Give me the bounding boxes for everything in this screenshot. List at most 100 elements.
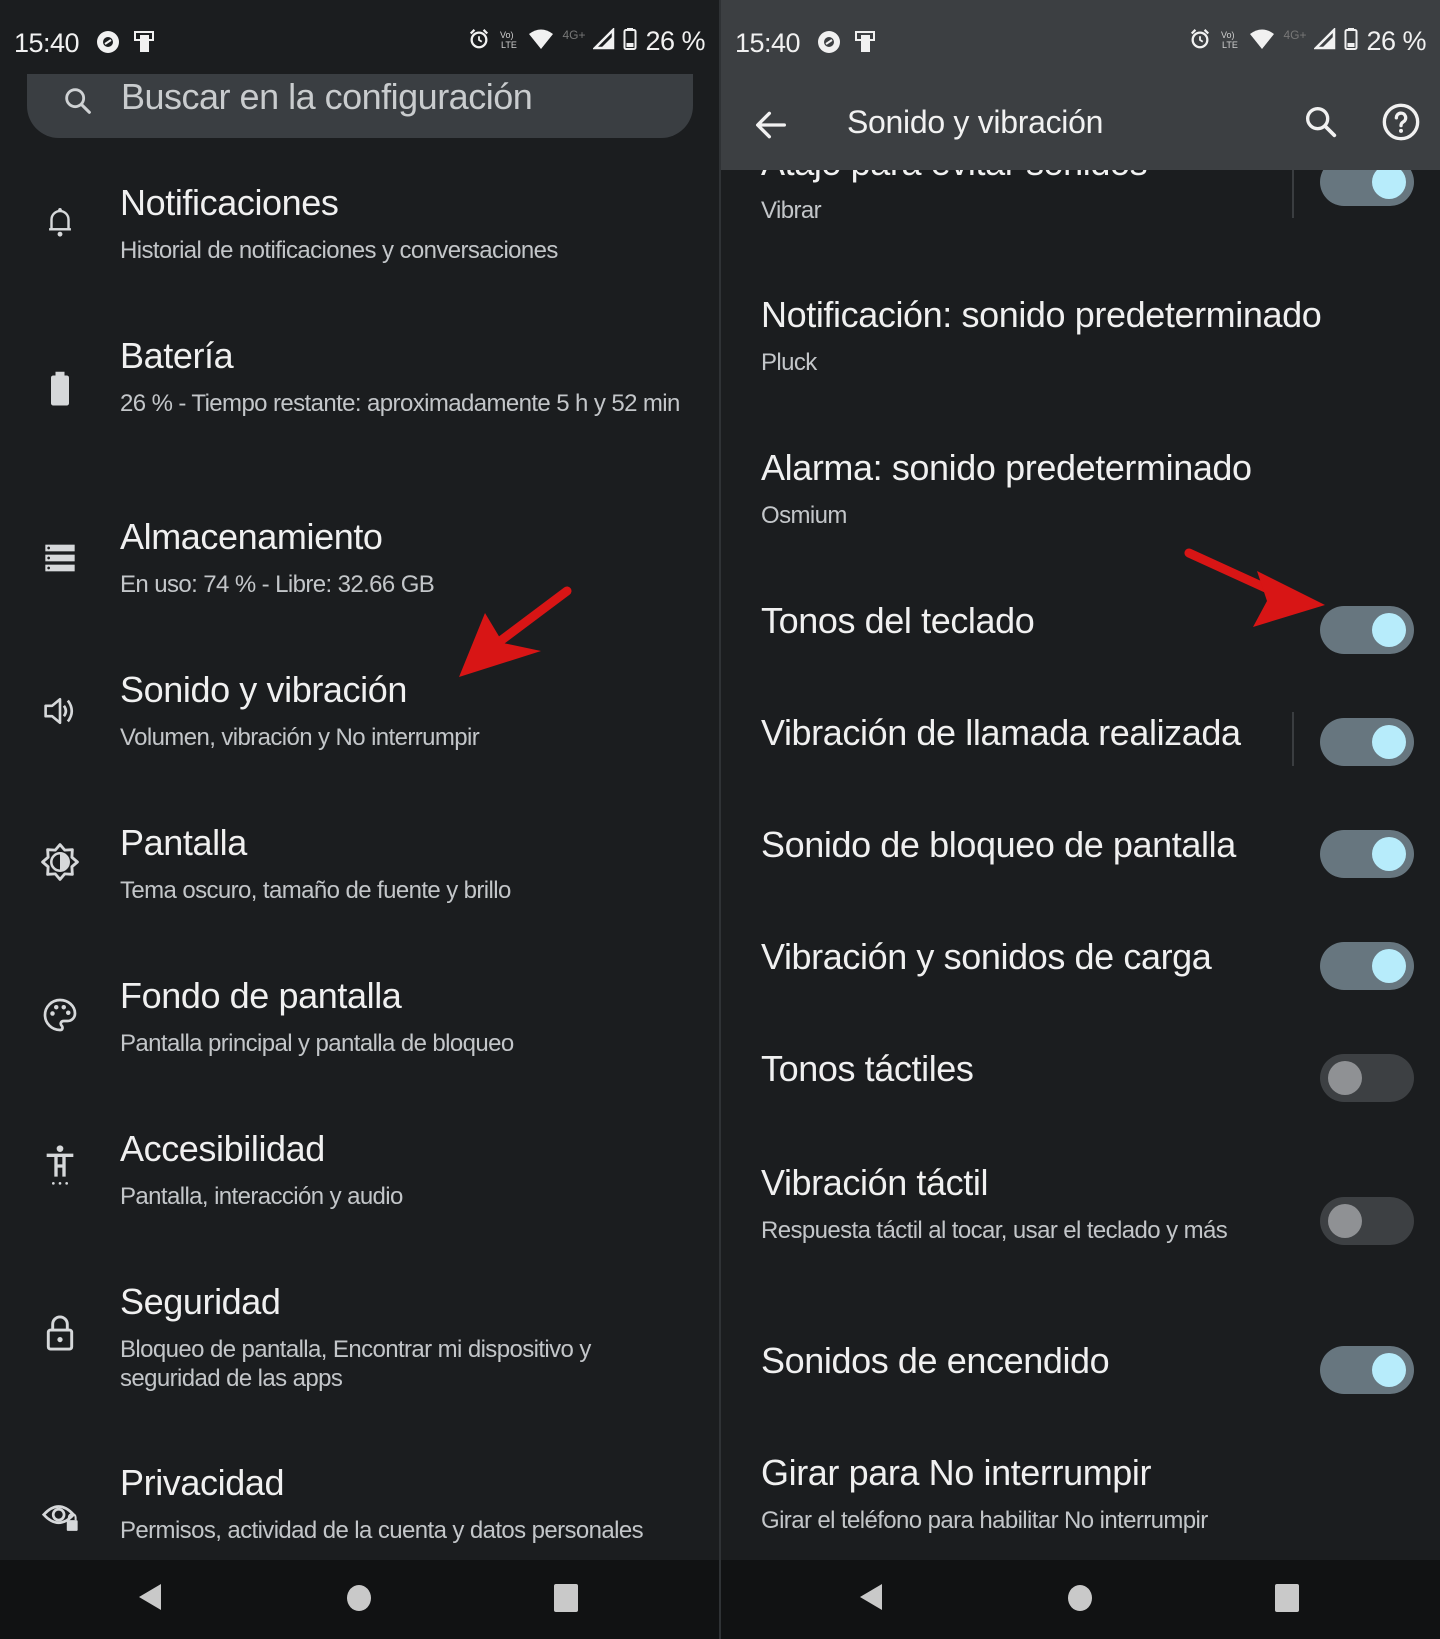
settings-item-seguridad[interactable]: Seguridad Bloqueo de pantalla, Encontrar… [0, 1279, 719, 1419]
toggle-vibracion-carga[interactable] [1320, 942, 1414, 990]
toggle-tonos-teclado[interactable] [1320, 606, 1414, 654]
toggle-atajo-evitar-sonidos[interactable] [1320, 170, 1414, 206]
item-title: Alarma: sonido predeterminado [761, 447, 1252, 488]
settings-item-sonido-y-vibracion[interactable]: Sonido y vibración Volumen, vibración y … [0, 667, 719, 787]
item-title: Tonos táctiles [761, 1048, 974, 1089]
volume-icon [40, 691, 80, 731]
brightness-icon [40, 842, 80, 882]
volte-icon: Vo) LTE [498, 28, 520, 55]
network-4g-label: 4G+ [562, 27, 586, 42]
nav-back-button[interactable] [136, 1582, 164, 1617]
settings-item-privacidad[interactable]: Privacidad Permisos, actividad de la cue… [0, 1460, 719, 1570]
setting-sonido-bloqueo[interactable]: Sonido de bloqueo de pantalla [721, 814, 1440, 904]
item-title: Privacidad [120, 1462, 285, 1503]
battery-icon [1344, 27, 1358, 56]
setting-alarma-sonido[interactable]: Alarma: sonido predeterminado Osmium [721, 441, 1440, 551]
item-subtitle: Permisos, actividad de la cuenta y datos… [120, 1517, 644, 1544]
battery-icon [40, 369, 80, 409]
settings-item-almacenamiento[interactable]: Almacenamiento En uso: 74 % - Libre: 32.… [0, 514, 719, 634]
setting-notificacion-sonido[interactable]: Notificación: sonido predeterminado Pluc… [721, 288, 1440, 398]
item-subtitle: Volumen, vibración y No interrumpir [120, 724, 480, 751]
item-title: Tonos del teclado [761, 600, 1035, 641]
setting-tonos-tactiles[interactable]: Tonos táctiles [721, 1038, 1440, 1128]
status-time: 15:40 [14, 28, 80, 58]
item-title: Sonidos de encendido [761, 1340, 1110, 1381]
item-subtitle: 26 % - Tiempo restante: aproximadamente … [120, 390, 680, 417]
settings-item-bateria[interactable]: Batería 26 % - Tiempo restante: aproxima… [0, 333, 719, 473]
item-subtitle: Pantalla, interacción y audio [120, 1183, 403, 1210]
toggle-knob [1372, 613, 1406, 647]
item-title: Sonido de bloqueo de pantalla [761, 824, 1236, 865]
battery-percent: 26 % [1366, 26, 1426, 56]
wifi-icon [528, 28, 554, 55]
item-subtitle: Respuesta táctil al tocar, usar el tecla… [761, 1217, 1228, 1244]
toggle-knob [1372, 837, 1406, 871]
settings-item-fondo-de-pantalla[interactable]: Fondo de pantalla Pantalla principal y p… [0, 973, 719, 1093]
network-4g-label: 4G+ [1283, 27, 1307, 42]
toggle-vibracion-llamada[interactable] [1320, 718, 1414, 766]
toggle-knob [1372, 949, 1406, 983]
settings-item-notificaciones[interactable]: Notificaciones Historial de notificacion… [0, 180, 719, 300]
item-subtitle: Vibrar [761, 197, 822, 224]
storage-icon [40, 538, 80, 578]
item-subtitle: Osmium [761, 502, 847, 529]
item-title: Accesibilidad [120, 1128, 325, 1169]
item-title: Atajo para evitar sonidos [761, 170, 1148, 184]
nav-back-button[interactable] [857, 1582, 885, 1617]
toggle-vibracion-tactil[interactable] [1320, 1197, 1414, 1245]
back-arrow-icon[interactable] [751, 105, 791, 150]
item-title: Notificación: sonido predeterminado [761, 294, 1322, 335]
navigation-bar [0, 1560, 719, 1639]
lock-icon [40, 1313, 80, 1353]
toggle-knob [1328, 1061, 1362, 1095]
item-separator [1292, 170, 1294, 218]
toggle-sonido-bloqueo[interactable] [1320, 830, 1414, 878]
toggle-sonidos-encendido[interactable] [1320, 1346, 1414, 1394]
item-title: Sonido y vibración [120, 669, 407, 710]
setting-girar-no-interrumpir[interactable]: Girar para No interrumpir Girar el teléf… [721, 1442, 1440, 1552]
bell-icon [40, 202, 80, 242]
item-title: Notificaciones [120, 182, 339, 223]
navigation-bar [721, 1560, 1440, 1639]
battery-icon [623, 27, 637, 56]
setting-vibracion-tactil[interactable]: Vibración táctil Respuesta táctil al toc… [721, 1150, 1440, 1290]
settings-item-accesibilidad[interactable]: Accesibilidad Pantalla, interacción y au… [0, 1126, 719, 1246]
status-bar: 15:40 Vo) LTE 4G+ 26 % [0, 0, 719, 80]
settings-main-screen: 15:40 Vo) LTE 4G+ 26 % Buscar en la confi… [0, 0, 719, 1639]
sound-settings-screen: 15:40 Vo)LTE 4G+ 26 % Atajo para evitar … [721, 0, 1440, 1639]
signal-icon [592, 26, 615, 55]
sound-settings-list: Atajo para evitar sonidos Vibrar Notific… [721, 170, 1440, 1560]
volte-icon: Vo) LTE [1219, 28, 1241, 55]
device-cast-icon [853, 30, 877, 59]
search-icon [61, 84, 95, 123]
item-separator [1292, 712, 1294, 766]
status-time: 15:40 [735, 28, 801, 58]
settings-item-pantalla[interactable]: Pantalla Tema oscuro, tamaño de fuente y… [0, 820, 719, 940]
nav-home-button[interactable] [1067, 1584, 1093, 1617]
svg-text:LTE: LTE [501, 40, 517, 50]
privacy-eye-icon [40, 1496, 80, 1536]
nav-home-button[interactable] [346, 1584, 372, 1617]
item-title: Fondo de pantalla [120, 975, 402, 1016]
nav-recents-button[interactable] [1274, 1583, 1300, 1618]
item-title: Batería [120, 335, 234, 376]
help-icon[interactable] [1381, 102, 1421, 147]
item-subtitle: En uso: 74 % - Libre: 32.66 GB [120, 571, 435, 598]
setting-vibracion-llamada[interactable]: Vibración de llamada realizada [721, 702, 1440, 792]
setting-atajo-evitar-sonidos[interactable]: Atajo para evitar sonidos Vibrar [721, 170, 1440, 246]
settings-search-bar[interactable]: Buscar en la configuración [27, 74, 693, 138]
setting-vibracion-carga[interactable]: Vibración y sonidos de carga [721, 926, 1440, 1016]
setting-tonos-teclado[interactable]: Tonos del teclado [721, 590, 1440, 680]
item-subtitle: Bloqueo de pantalla, Encontrar mi dispos… [120, 1336, 591, 1392]
setting-sonidos-encendido[interactable]: Sonidos de encendido [721, 1330, 1440, 1420]
search-icon[interactable] [1301, 102, 1341, 147]
sync-icon [96, 30, 120, 59]
item-title: Vibración de llamada realizada [761, 712, 1241, 753]
palette-icon [40, 995, 80, 1035]
wifi-icon [1249, 28, 1275, 55]
nav-recents-button[interactable] [553, 1583, 579, 1618]
toggle-knob [1372, 725, 1406, 759]
status-icons: Vo) LTE 4G+ 26 % [468, 26, 705, 57]
alarm-icon [1189, 28, 1211, 55]
toggle-tonos-tactiles[interactable] [1320, 1054, 1414, 1102]
